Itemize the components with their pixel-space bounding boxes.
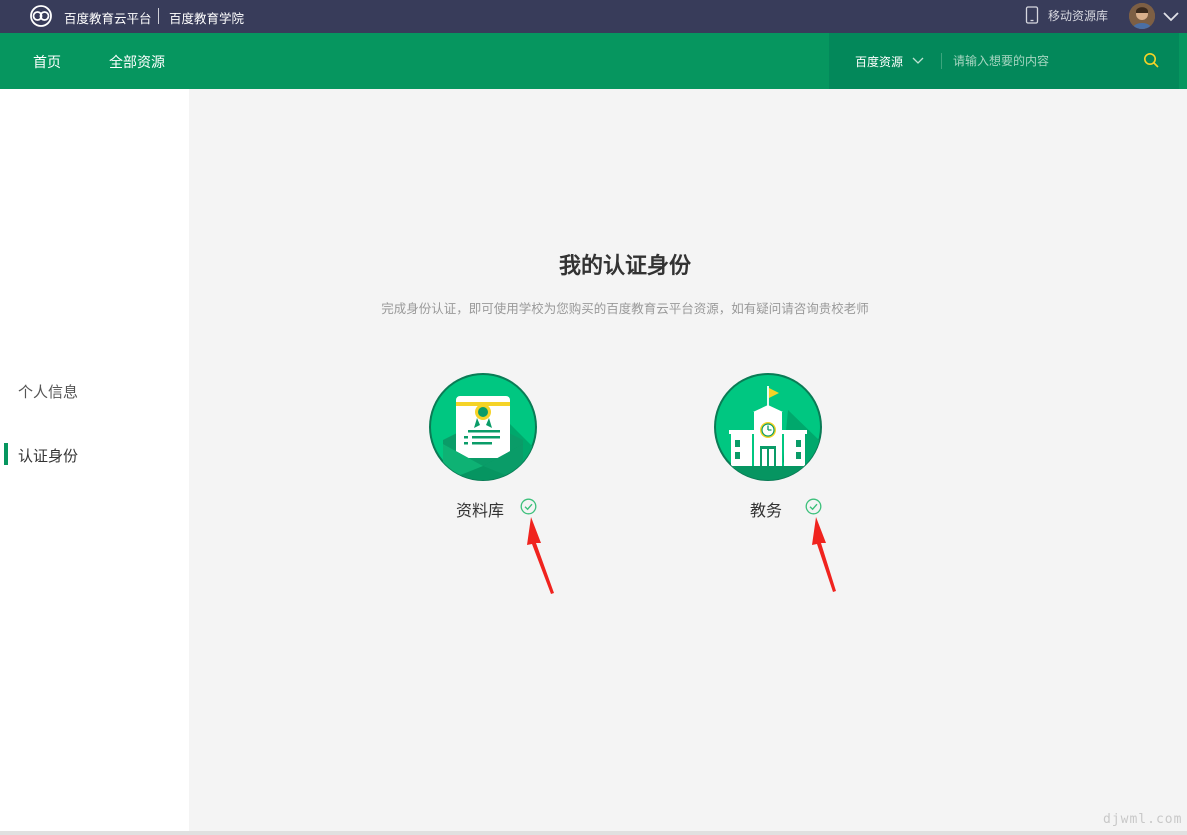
academy-brand[interactable]: 百度教育学院 bbox=[169, 8, 244, 27]
identity-card-academic-affairs[interactable] bbox=[713, 372, 823, 482]
mobile-library-label: 移动资源库 bbox=[1048, 8, 1109, 23]
main-nav: 首页 全部资源 百度资源 bbox=[0, 33, 1187, 89]
sidebar-item-personal-info[interactable]: 个人信息 bbox=[18, 381, 78, 402]
brand-divider bbox=[158, 8, 159, 24]
search-scope-select[interactable]: 百度资源 bbox=[855, 53, 903, 70]
sidebar: 个人信息 认证身份 bbox=[0, 89, 189, 835]
sidebar-item-identity-verification[interactable]: 认证身份 bbox=[18, 445, 78, 466]
search-input[interactable] bbox=[953, 49, 1123, 73]
search-divider bbox=[941, 53, 942, 69]
cloud-logo-icon[interactable] bbox=[29, 5, 53, 27]
search-bar: 百度资源 bbox=[829, 33, 1179, 89]
mobile-library-link[interactable]: 移动资源库 bbox=[1025, 6, 1108, 24]
bottom-divider bbox=[0, 831, 1187, 835]
identity-card-library[interactable] bbox=[428, 372, 538, 482]
page-subtitle: 完成身份认证，即可使用学校为您购买的百度教育云平台资源，如有疑问请咨询贵校老师 bbox=[381, 301, 869, 316]
annotation-arrow-icon bbox=[812, 517, 836, 592]
verified-check-icon bbox=[520, 498, 537, 515]
certificate-envelope-icon bbox=[429, 373, 537, 481]
nav-item-all-resources[interactable]: 全部资源 bbox=[109, 52, 165, 72]
search-icon[interactable] bbox=[1143, 52, 1160, 69]
page-title: 我的认证身份 bbox=[558, 254, 691, 279]
top-bar: 百度教育云平台 百度教育学院 移动资源库 bbox=[0, 0, 1187, 33]
identity-label-academic-affairs[interactable]: 教务 bbox=[750, 497, 782, 521]
nav-item-home[interactable]: 首页 bbox=[33, 52, 61, 72]
annotation-arrow-icon bbox=[527, 517, 554, 594]
sidebar-active-indicator bbox=[4, 443, 8, 465]
verified-check-icon bbox=[805, 498, 822, 515]
tablet-icon bbox=[1025, 6, 1039, 24]
school-building-icon bbox=[714, 373, 822, 481]
user-avatar[interactable] bbox=[1129, 3, 1155, 29]
platform-brand[interactable]: 百度教育云平台 bbox=[64, 8, 152, 27]
identity-label-library[interactable]: 资料库 bbox=[456, 497, 504, 521]
watermark: djwml.com bbox=[1103, 812, 1183, 827]
main-content: 我的认证身份 完成身份认证，即可使用学校为您购买的百度教育云平台资源，如有疑问请… bbox=[189, 89, 1187, 831]
chevron-down-icon[interactable] bbox=[1162, 8, 1180, 24]
chevron-down-icon[interactable] bbox=[911, 55, 925, 67]
